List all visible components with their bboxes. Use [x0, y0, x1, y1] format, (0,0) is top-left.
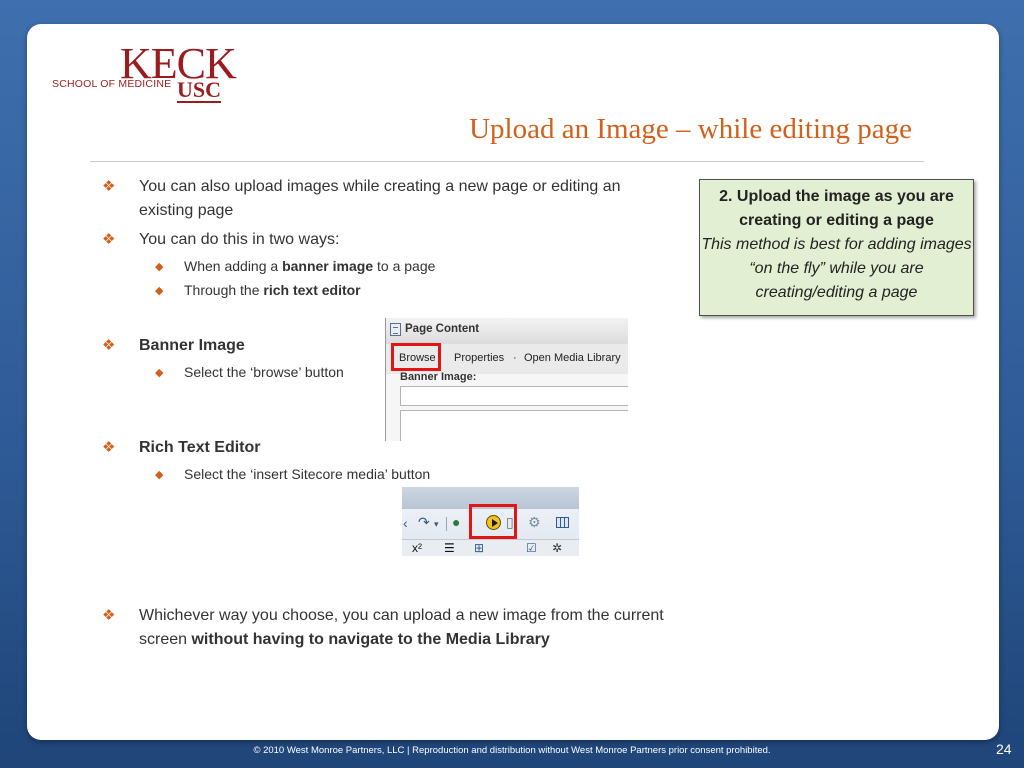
slide-title: Upload an Image – while editing page: [469, 113, 912, 145]
bullet-item: ❖ Whichever way you choose, you can uplo…: [102, 604, 669, 652]
callout-body: This method is best for adding images “o…: [701, 236, 972, 301]
sub-bullet-item: ◆ Select the ‘insert Sitecore media’ but…: [155, 464, 430, 485]
bullet-diamond-icon: ❖: [102, 337, 116, 354]
redo-icon[interactable]: ↷: [418, 515, 430, 529]
bullet-text: You can do this in two ways:: [139, 231, 340, 248]
hyperlink-icon[interactable]: ●: [452, 515, 460, 529]
open-media-library-link[interactable]: Open Media Library: [524, 352, 621, 364]
rich-text-toolbar-screenshot: ‹ ↷ ▾ ● ▯ ⚙ x² ☰ ⊞ ☑ ✲: [402, 487, 579, 556]
bullet-text: Whichever way you choose, you can upload…: [139, 607, 664, 648]
bullet-item: ❖ You can also upload images while creat…: [102, 175, 669, 223]
banner-image-label: Banner Image:: [400, 371, 477, 383]
title-divider: [90, 161, 924, 162]
bullet-text: You can also upload images while creatin…: [139, 178, 621, 219]
sub-bullet-item: ◆ When adding a banner image to a page: [155, 256, 435, 277]
bullet-diamond-icon: ❖: [102, 178, 116, 195]
properties-link[interactable]: Properties: [454, 352, 504, 364]
sub-bullet-text: Select the ‘browse’ button: [184, 364, 344, 380]
banner-image-field[interactable]: [400, 386, 628, 406]
superscript-icon[interactable]: x²: [412, 541, 422, 555]
logo-school-text: SCHOOL OF MEDICINE: [52, 78, 172, 90]
bullet-diamond-icon: ❖: [102, 231, 116, 248]
logo-usc-text: USC: [177, 77, 222, 103]
sub-bullet-diamond-icon: ◆: [155, 367, 164, 379]
toolbar-separator: [446, 517, 447, 531]
sub-bullet-item: ◆ Select the ‘browse’ button: [155, 362, 344, 383]
checkbox-icon[interactable]: ☑: [526, 541, 537, 555]
bullet-diamond-icon: ❖: [102, 607, 116, 624]
bullet-list-icon[interactable]: ☰: [444, 541, 455, 555]
dropdown-arrow-icon[interactable]: ▾: [434, 517, 439, 531]
undo-icon[interactable]: ‹: [403, 516, 408, 530]
link-separator: ·: [513, 352, 517, 364]
bullet-item: ❖ You can do this in two ways:: [102, 228, 669, 252]
page-icon: [390, 323, 401, 336]
spellcheck-icon[interactable]: ✲: [552, 541, 562, 555]
special-chars-icon[interactable]: ⊞: [474, 541, 484, 555]
keck-usc-logo: KECK SCHOOL OF MEDICINE USC: [52, 39, 237, 104]
insert-link-icon[interactable]: ⚙: [528, 515, 541, 529]
sub-bullet-text: Select the ‘insert Sitecore media’ butto…: [184, 466, 431, 482]
sub-bullet-item: ◆ Through the rich text editor: [155, 280, 361, 301]
banner-image-preview-field[interactable]: [400, 410, 628, 441]
insert-table-icon[interactable]: [556, 517, 569, 528]
method-callout-box: 2. Upload the image as you are creating …: [699, 179, 974, 316]
page-content-screenshot: Page Content Browse Properties · Open Me…: [385, 318, 628, 441]
sub-bullet-diamond-icon: ◆: [155, 285, 164, 297]
callout-heading: 2. Upload the image as you are creating …: [719, 188, 954, 229]
media-button-highlight-box: [469, 504, 517, 539]
browse-highlight-box: [391, 343, 441, 371]
copyright-footer: © 2010 West Monroe Partners, LLC | Repro…: [253, 745, 771, 756]
sub-bullet-diamond-icon: ◆: [155, 469, 164, 481]
sub-bullet-text: Through the rich text editor: [184, 282, 361, 298]
page-number: 24: [996, 741, 1012, 757]
sub-bullet-diamond-icon: ◆: [155, 261, 164, 273]
bullet-diamond-icon: ❖: [102, 439, 116, 456]
page-content-title: Page Content: [405, 323, 480, 335]
sub-bullet-text: When adding a banner image to a page: [184, 258, 436, 274]
